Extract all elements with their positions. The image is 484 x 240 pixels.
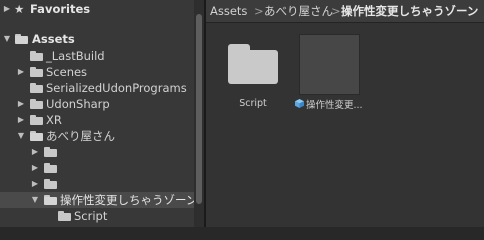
collapse-arrow-icon[interactable]: ▼: [16, 128, 26, 144]
folder-open-icon: [30, 131, 43, 141]
tree-item-label: _LastBuild: [46, 49, 105, 63]
favorites-row[interactable]: ▶ ★ Favorites: [0, 1, 194, 17]
tree-item-selected-folder[interactable]: ▼ 操作性変更しちゃうゾーン: [0, 192, 198, 208]
folder-icon: [44, 163, 57, 173]
expand-arrow-icon[interactable]: ▶: [16, 96, 26, 112]
collapse-arrow-icon[interactable]: ▼: [30, 192, 40, 208]
expand-arrow-icon[interactable]: ▶: [16, 112, 26, 128]
tree-item-folder[interactable]: ▶: [0, 160, 194, 176]
asset-label: Script: [239, 98, 267, 109]
folder-icon: [44, 179, 57, 189]
breadcrumb-root[interactable]: Assets: [210, 0, 247, 22]
expand-arrow-icon[interactable]: ▶: [30, 160, 40, 176]
project-window: ▶ ★ Favorites ▼ Assets _LastBuild ▶ Scen…: [0, 0, 484, 227]
asset-thumbnail[interactable]: [299, 34, 360, 95]
tree-item-label: UdonSharp: [46, 97, 110, 111]
expand-arrow-icon[interactable]: ▶: [30, 176, 40, 192]
project-tree-panel: ▶ ★ Favorites ▼ Assets _LastBuild ▶ Scen…: [0, 0, 204, 227]
collapse-arrow-icon[interactable]: ▼: [2, 31, 12, 47]
tree-item-label: 操作性変更しちゃうゾーン: [60, 193, 198, 207]
breadcrumb-separator: >: [254, 4, 264, 18]
folder-icon[interactable]: [228, 44, 278, 84]
tree-item-label: XR: [46, 113, 62, 127]
tree-item-xr[interactable]: ▶ XR: [0, 112, 194, 128]
tree-scrollbar[interactable]: [194, 0, 204, 227]
tree-item-lastbuild[interactable]: _LastBuild: [0, 48, 194, 64]
breadcrumb-level1[interactable]: あべり屋さん: [264, 0, 333, 22]
tree-item-udonsharp[interactable]: ▶ UdonSharp: [0, 96, 194, 112]
expand-arrow-icon[interactable]: ▶: [30, 144, 40, 160]
tree-item-folder[interactable]: ▶: [0, 176, 194, 192]
expand-arrow-icon[interactable]: ▶: [16, 64, 26, 80]
star-icon: ★: [14, 2, 25, 16]
tree-item-scenes[interactable]: ▶ Scenes: [0, 64, 194, 80]
assets-row[interactable]: ▼ Assets: [0, 31, 194, 47]
asset-label: 操作性変更...: [306, 100, 363, 111]
tree-item-label: あべり屋さん: [46, 129, 115, 143]
folder-icon: [30, 99, 43, 109]
tree-item-label: Script: [74, 209, 108, 223]
folder-icon: [44, 147, 57, 157]
folder-icon: [30, 67, 43, 77]
tree-item-label: Scenes: [46, 65, 88, 79]
tree-item-label: SerializedUdonPrograms: [46, 81, 187, 95]
favorites-label: Favorites: [30, 2, 91, 16]
prefab-cube-icon: [295, 99, 304, 108]
folder-open-icon: [15, 34, 28, 44]
scrollbar-thumb[interactable]: [196, 14, 202, 204]
assets-label: Assets: [32, 32, 75, 46]
folder-icon: [58, 211, 71, 221]
folder-icon: [30, 115, 43, 125]
tree-item-script[interactable]: Script: [0, 208, 194, 224]
tree-item-folder[interactable]: ▶: [0, 144, 194, 160]
folder-icon: [30, 83, 43, 93]
tree-item-aberiyasan[interactable]: ▼ あべり屋さん: [0, 128, 194, 144]
breadcrumb-separator: >: [331, 4, 341, 18]
folder-open-icon: [44, 195, 57, 205]
breadcrumb-current[interactable]: 操作性変更しちゃうゾーン: [341, 0, 478, 22]
expand-arrow-icon[interactable]: ▶: [2, 1, 12, 17]
folder-icon: [30, 51, 43, 61]
breadcrumb: Assets > あべり屋さん > 操作性変更しちゃうゾーン: [206, 0, 484, 23]
folder-contents-panel: Assets > あべり屋さん > 操作性変更しちゃうゾーン Script 操作…: [206, 0, 484, 227]
tree-item-serializedudonprograms[interactable]: SerializedUdonPrograms: [0, 80, 194, 96]
